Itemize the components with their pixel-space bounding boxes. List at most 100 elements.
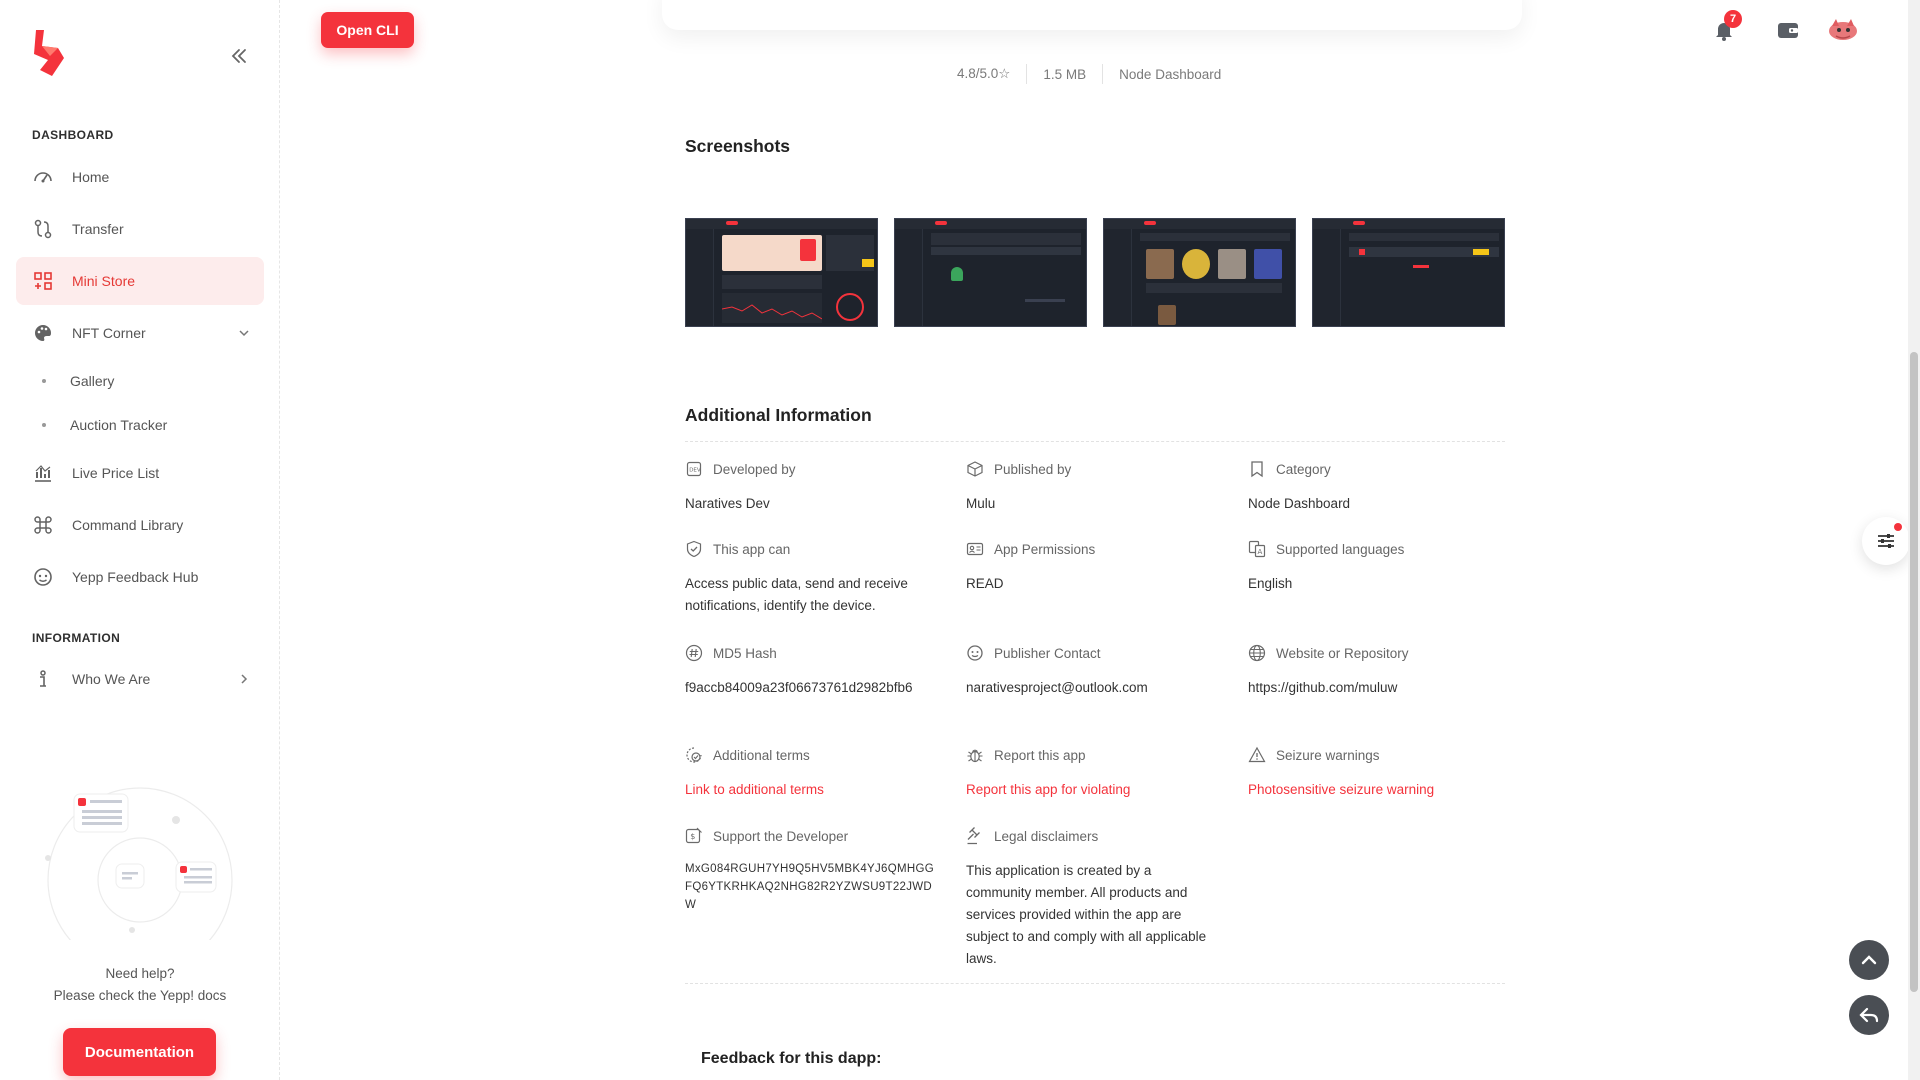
section-dashboard: DASHBOARD — [32, 128, 114, 142]
screenshot-thumbnail-1[interactable] — [685, 218, 878, 327]
notification-badge: 7 — [1724, 10, 1742, 28]
seizure-warning-link[interactable]: Photosensitive seizure warning — [1248, 779, 1508, 801]
speedometer-icon — [32, 166, 54, 188]
sidebar-item-home[interactable]: Home — [16, 153, 264, 201]
info-label: Legal disclaimers — [994, 828, 1099, 844]
info-label: Published by — [994, 461, 1072, 477]
info-legal-disclaimers: Legal disclaimers This application is cr… — [966, 826, 1216, 970]
info-value: READ — [966, 576, 1004, 591]
open-cli-button[interactable]: Open CLI — [321, 12, 414, 48]
info-label: Developed by — [713, 461, 796, 477]
translate-icon: A — [1248, 540, 1266, 558]
info-value: This application is created by a communi… — [966, 863, 1207, 966]
chevron-down-icon — [239, 330, 249, 337]
app-meta-row: 4.8/5.0☆ 1.5 MB Node Dashboard — [957, 64, 1221, 84]
app-size: 1.5 MB — [1043, 66, 1087, 82]
sidebar-item-nft-corner[interactable]: NFT Corner — [16, 309, 264, 357]
info-label: Support the Developer — [713, 828, 849, 844]
sidebar-item-label: Live Price List — [72, 465, 160, 481]
info-value: Node Dashboard — [1248, 496, 1351, 511]
chevron-up-icon — [1861, 955, 1877, 965]
back-button[interactable] — [1849, 995, 1889, 1035]
hash-icon — [685, 644, 703, 662]
sliders-icon — [1878, 534, 1894, 548]
sidebar-item-label: Transfer — [72, 221, 124, 237]
info-value: English — [1248, 576, 1293, 591]
gavel-icon — [966, 827, 984, 845]
bullet-icon — [42, 379, 46, 383]
collapse-sidebar-icon[interactable] — [228, 46, 250, 66]
sidebar-subitem-auction-tracker[interactable]: Auction Tracker — [16, 407, 264, 443]
documentation-button[interactable]: Documentation — [63, 1028, 216, 1076]
sidebar-item-label: NFT Corner — [72, 325, 146, 341]
svg-text:A: A — [1258, 548, 1263, 556]
screenshot-thumbnail-3[interactable] — [1103, 218, 1296, 327]
sidebar-item-label: Mini Store — [72, 273, 136, 289]
help-subtitle: Please check the Yepp! docs — [53, 988, 227, 1003]
info-category: Category Node Dashboard — [1248, 459, 1508, 515]
warning-icon — [1248, 746, 1266, 764]
additional-terms-link[interactable]: Link to additional terms — [685, 779, 945, 801]
info-value[interactable]: https://github.com/muluw — [1248, 677, 1508, 699]
sidebar-item-label: Command Library — [72, 517, 184, 533]
sidebar-subitem-gallery[interactable]: Gallery — [16, 363, 264, 399]
screenshot-thumbnail-4[interactable] — [1312, 218, 1505, 327]
avatar[interactable] — [1826, 14, 1860, 44]
section-divider — [685, 441, 1505, 442]
report-app-link[interactable]: Report this app for violating — [966, 779, 1226, 801]
info-seizure-warnings: Seizure warnings Photosensitive seizure … — [1248, 745, 1508, 801]
info-value: Naratives Dev — [685, 496, 770, 511]
meta-divider — [1026, 64, 1028, 84]
help-title: Need help? — [105, 966, 175, 981]
info-developed-by: DEV Developed by Naratives Dev — [685, 459, 945, 515]
grid-add-icon — [32, 270, 54, 292]
app-header-card — [662, 0, 1522, 30]
sidebar-item-label: Gallery — [70, 373, 115, 389]
chevron-right-icon — [241, 674, 248, 684]
info-value: Access public data, send and receive not… — [685, 576, 908, 613]
info-label: This app can — [713, 541, 791, 557]
feedback-title: Feedback for this dapp: — [701, 1050, 882, 1067]
sidebar-item-mini-store[interactable]: Mini Store — [16, 257, 264, 305]
bookmark-icon — [1248, 460, 1266, 478]
sidebar-item-feedback-hub[interactable]: Yepp Feedback Hub — [16, 553, 264, 601]
bug-icon — [966, 746, 984, 764]
info-label: Publisher Contact — [994, 645, 1101, 661]
yepp-logo[interactable] — [30, 28, 66, 78]
section-divider — [685, 983, 1505, 984]
command-icon — [32, 514, 54, 536]
info-report-app: Report this app Report this app for viol… — [966, 745, 1226, 801]
screenshot-thumbnail-2[interactable] — [894, 218, 1087, 327]
terms-icon — [685, 746, 703, 764]
sidebar-item-transfer[interactable]: Transfer — [16, 205, 264, 253]
scroll-to-top-button[interactable] — [1849, 940, 1889, 980]
sidebar: DASHBOARD Home Transfer Mini Store NFT C… — [0, 0, 280, 1080]
info-supported-languages: A Supported languages English — [1248, 539, 1508, 595]
bullet-icon — [42, 423, 46, 427]
svg-text:$: $ — [690, 832, 695, 841]
sidebar-item-live-price-list[interactable]: Live Price List — [16, 449, 264, 497]
info-label: Additional terms — [713, 747, 810, 763]
info-value: f9accb84009a23f06673761d2982bfb6 — [685, 680, 913, 695]
app-rating: 4.8/5.0☆ — [957, 66, 1011, 81]
info-label: MD5 Hash — [713, 645, 777, 661]
scrollbar-thumb[interactable] — [1910, 352, 1918, 992]
sidebar-item-who-we-are[interactable]: Who We Are — [16, 655, 264, 703]
info-published-by: Published by Mulu — [966, 459, 1226, 515]
info-value: narativesproject@outlook.com — [966, 680, 1148, 695]
info-additional-terms: Additional terms Link to additional term… — [685, 745, 945, 801]
sidebar-item-label: Yepp Feedback Hub — [72, 569, 199, 585]
section-information: INFORMATION — [32, 631, 121, 645]
wallet-icon[interactable] — [1774, 16, 1802, 44]
screenshots-title: Screenshots — [685, 136, 791, 156]
info-app-permissions: App Permissions READ — [966, 539, 1226, 595]
info-label: App Permissions — [994, 541, 1096, 557]
app-category: Node Dashboard — [1119, 66, 1222, 82]
additional-info-title: Additional Information — [685, 405, 872, 425]
developer-icon: DEV — [685, 460, 703, 478]
info-publisher-contact: Publisher Contact narativesproject@outlo… — [966, 643, 1226, 699]
settings-float-button[interactable] — [1862, 517, 1910, 565]
info-label: Report this app — [994, 747, 1086, 763]
info-label: Category — [1276, 461, 1331, 477]
sidebar-item-command-library[interactable]: Command Library — [16, 501, 264, 549]
